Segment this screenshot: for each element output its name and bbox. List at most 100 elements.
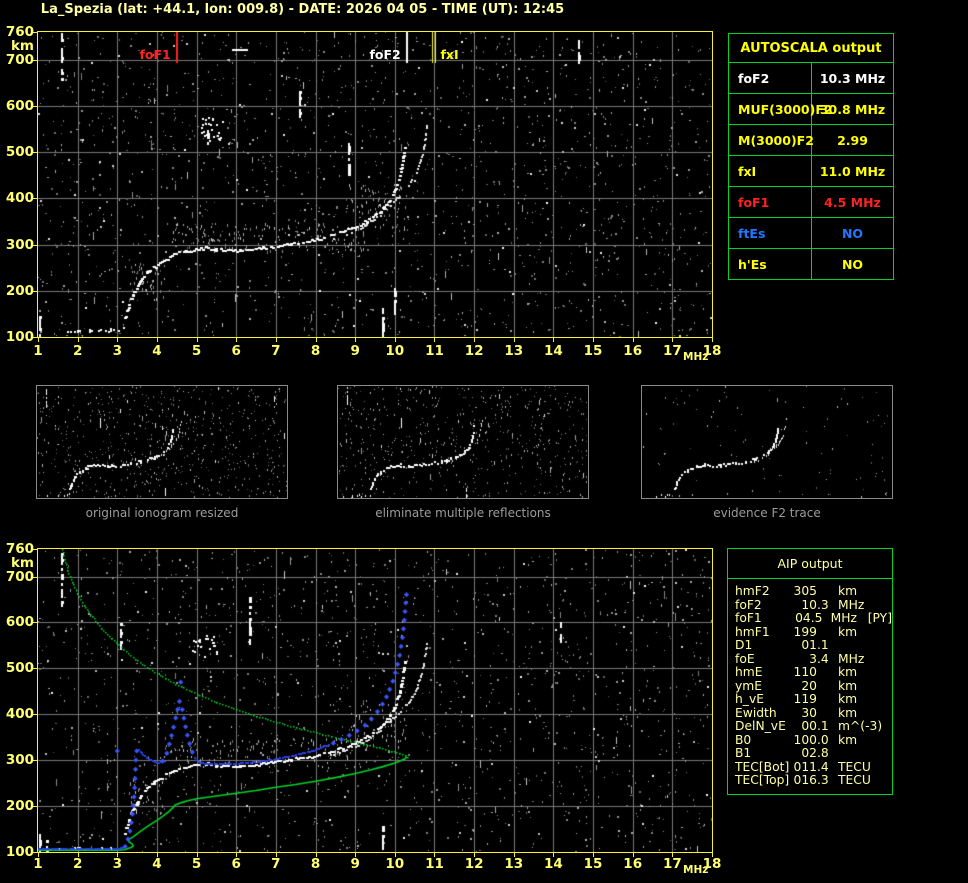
aip-row: D1 01.1 — [728, 638, 892, 653]
thumbnail-canvas-original — [37, 386, 287, 498]
y-axis-tick — [33, 760, 37, 762]
aip-unit-cell: km — [838, 624, 858, 639]
aip-param-cell: foE — [735, 651, 755, 666]
aip-value-int: 04 — [795, 611, 811, 625]
x-axis-tick — [513, 338, 515, 342]
aip-row: TEC[Bot] 011.4 TECU — [728, 760, 892, 775]
aip-unit-cell: km — [838, 678, 858, 693]
x-tick-label: 1 — [33, 343, 43, 359]
aip-note-cell — [876, 774, 878, 788]
x-tick-label: 11 — [425, 856, 444, 872]
x-tick-label: 6 — [231, 343, 241, 359]
station-info-title: La_Spezia (lat: +44.1, lon: 009.8) - DAT… — [40, 2, 565, 17]
x-axis-tick — [236, 853, 238, 857]
x-tick-label: 7 — [271, 856, 281, 872]
x-tick-label: 14 — [544, 856, 563, 872]
y-tick-label: 400 — [5, 190, 34, 207]
thumbnail-canvas-eliminate — [338, 386, 588, 498]
y-axis-tick — [33, 105, 37, 107]
x-tick-label: 13 — [504, 856, 524, 872]
aip-value-int: 02 — [801, 746, 817, 760]
y-axis-tick — [33, 198, 37, 200]
x-tick-label: 2 — [72, 856, 83, 872]
autoscala-value-cell: 11.0 MHz — [819, 163, 886, 179]
aip-value-int: 100 — [793, 732, 817, 747]
x-tick-label: 15 — [583, 343, 603, 359]
x-tick-label: 4 — [152, 856, 162, 872]
y-tick-label: 760 — [5, 541, 34, 557]
aip-note-cell — [876, 734, 878, 748]
autoscala-param-cell: fxI — [729, 156, 812, 186]
autoscala-row: foF2 10.3 MHz — [729, 63, 893, 94]
aip-note-cell — [876, 639, 878, 653]
aip-row: TEC[Top] 016.3 TECU — [728, 773, 892, 788]
aip-note-cell — [876, 599, 878, 613]
aip-param-cell: D1 — [735, 638, 753, 652]
y-tick-label: 200 — [5, 798, 34, 815]
x-axis-tick — [355, 338, 357, 342]
aip-note-cell — [876, 693, 878, 707]
aip-note-cell — [876, 747, 878, 761]
x-axis-tick — [275, 853, 277, 857]
y-axis-tick — [33, 59, 37, 61]
aip-row: hmF2 305 km — [728, 584, 892, 599]
aip-unit-cell: MHz — [838, 651, 865, 666]
x-axis-tick — [632, 338, 634, 342]
autoscala-row: h'Es NO — [729, 249, 893, 279]
aip-value-int: 10 — [801, 597, 817, 612]
aip-note-cell: [PY] — [867, 611, 892, 625]
aip-table-header: AIP output — [728, 549, 892, 579]
aip-param-cell: foF1 — [735, 611, 762, 625]
aip-note-cell — [876, 653, 878, 667]
y-axis-unit-label: km — [10, 38, 34, 54]
x-tick-label: 1 — [33, 856, 43, 872]
ionogram-plot-top: foF1 foF2 fxI — [37, 31, 713, 338]
aip-value-int: 110 — [793, 665, 817, 679]
aip-param-cell: hmE — [735, 665, 763, 679]
aip-note-cell — [876, 761, 878, 775]
aip-param-cell: ymE — [735, 678, 763, 693]
y-axis-tick — [33, 244, 37, 246]
x-axis-tick — [712, 853, 713, 857]
x-tick-label: 8 — [310, 343, 321, 359]
aip-value-frac — [817, 693, 832, 707]
x-axis-tick — [275, 338, 277, 342]
aip-table-body: hmF2 305 km foF2 10.3 MHz foF1 04.5 MHz [PY] hmF1 1… — [728, 579, 892, 788]
x-tick-label: 8 — [310, 856, 321, 872]
aip-unit-cell: km — [838, 705, 858, 720]
x-axis-tick — [156, 853, 158, 857]
x-tick-label: 15 — [583, 856, 603, 872]
aip-value-frac: .4 — [817, 651, 829, 666]
aip-param-cell: hmF1 — [735, 624, 770, 639]
x-axis-tick — [236, 338, 238, 342]
x-tick-label: 13 — [504, 343, 524, 359]
x-tick-label: 11 — [425, 343, 444, 359]
aip-value-int: 20 — [801, 678, 817, 693]
aip-unit-cell: km — [838, 692, 858, 706]
y-tick-label: 500 — [5, 660, 34, 677]
x-tick-label: 16 — [623, 856, 643, 872]
aip-value-int: 30 — [801, 705, 817, 720]
y-axis-tick — [33, 152, 37, 154]
aip-param-cell: TEC[Top] — [735, 773, 790, 787]
autoscala-param-cell: M(3000)F2 — [729, 125, 814, 155]
thumbnail-original-ionogram — [36, 385, 288, 499]
aip-value-frac: .3 — [817, 773, 829, 787]
autoscala-row: M(3000)F2 2.99 — [729, 125, 893, 156]
x-axis-tick — [474, 338, 476, 342]
aip-param-cell: B0 — [735, 732, 752, 747]
aip-value-int: 01 — [801, 638, 817, 652]
autoscala-table-header: AUTOSCALA output — [729, 34, 893, 63]
aip-row: ymE 20 km — [728, 678, 892, 694]
aip-value-frac — [817, 585, 832, 599]
x-tick-label: 6 — [231, 856, 241, 872]
aip-value-frac — [817, 626, 832, 640]
thumbnail-evidence-f2 — [641, 385, 893, 499]
y-tick-label: 100 — [5, 329, 34, 345]
autoscala-param-cell: ftEs — [729, 218, 812, 248]
aip-unit-cell: MHz — [838, 597, 865, 612]
autoscala-value-cell: 10.3 MHz — [819, 70, 886, 86]
aip-note-cell — [876, 720, 878, 734]
aip-value-int: 3 — [809, 651, 817, 666]
aip-note-cell — [876, 707, 878, 721]
